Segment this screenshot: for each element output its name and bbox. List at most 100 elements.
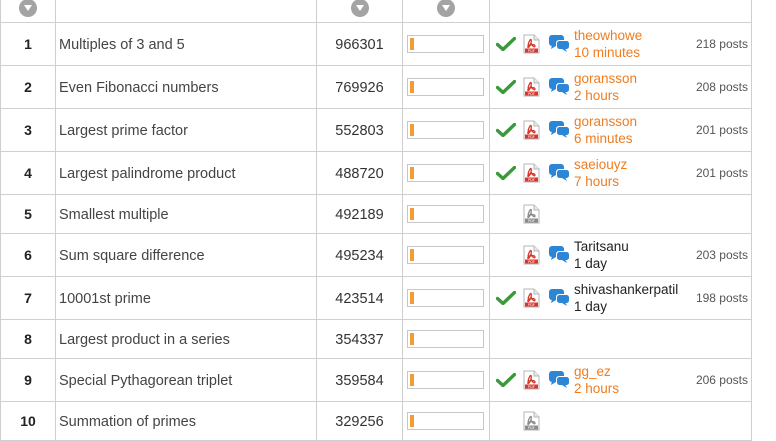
difficulty-fill bbox=[409, 292, 414, 305]
pdf-icon[interactable]: PDF bbox=[523, 34, 540, 54]
extra-cell bbox=[489, 319, 752, 359]
svg-text:PDF: PDF bbox=[528, 219, 535, 223]
last-post-time: 7 hours bbox=[574, 174, 620, 189]
solved-count-cell: 354337 bbox=[316, 319, 403, 359]
sort-id-chevron-down-icon[interactable] bbox=[19, 0, 37, 18]
svg-text:PDF: PDF bbox=[528, 260, 535, 264]
last-post-info: saeiouyz 7 hours bbox=[574, 156, 627, 190]
extra-cell: PDF bbox=[489, 194, 752, 234]
pdf-icon[interactable]: PDF bbox=[523, 245, 540, 265]
problem-id-cell: 8 bbox=[0, 319, 56, 359]
pdf-icon[interactable]: PDF bbox=[523, 370, 540, 390]
solved-count: 488720 bbox=[335, 165, 384, 182]
extra-wrap bbox=[490, 320, 751, 358]
forum-chat-icon[interactable] bbox=[548, 288, 570, 308]
last-post-info: goransson 2 hours bbox=[574, 70, 637, 104]
difficulty-cell bbox=[402, 358, 490, 402]
problem-title-link[interactable]: Largest prime factor bbox=[56, 123, 188, 139]
forum-chat-icon[interactable] bbox=[548, 34, 570, 54]
pdf-icon[interactable]: PDF bbox=[523, 163, 540, 183]
difficulty-bar bbox=[406, 246, 484, 265]
last-post-user-link[interactable]: saeiouyz bbox=[574, 156, 627, 173]
problem-title-cell: 10001st prime bbox=[55, 276, 317, 320]
svg-text:PDF: PDF bbox=[528, 178, 535, 182]
forum-chat-icon[interactable] bbox=[548, 120, 570, 140]
table-row: 4 Largest palindrome product 488720 PDF bbox=[0, 151, 752, 195]
difficulty-cell bbox=[402, 276, 490, 320]
extra-cell: PDF theowhowe 10 minutes 218 posts bbox=[489, 22, 752, 66]
header-extra-cell bbox=[489, 0, 752, 23]
forum-chat-icon[interactable] bbox=[548, 370, 570, 390]
problem-id: 9 bbox=[24, 372, 32, 388]
difficulty-fill bbox=[409, 208, 414, 221]
solved-count-cell: 329256 bbox=[316, 401, 403, 441]
last-post-user-link[interactable]: goransson bbox=[574, 70, 637, 87]
difficulty-fill bbox=[409, 415, 414, 428]
sort-difficulty-chevron-down-icon[interactable] bbox=[437, 0, 455, 18]
difficulty-cell bbox=[402, 319, 490, 359]
problem-title-cell: Largest palindrome product bbox=[55, 151, 317, 195]
extra-wrap: PDF theowhowe 10 minutes 218 posts bbox=[490, 23, 751, 65]
difficulty-bar bbox=[406, 205, 484, 224]
sort-solved-chevron-down-icon[interactable] bbox=[350, 0, 369, 18]
last-post-info: gg_ez 2 hours bbox=[574, 363, 619, 397]
difficulty-cell bbox=[402, 65, 490, 109]
last-post-time: 6 minutes bbox=[574, 131, 633, 146]
solved-count: 359584 bbox=[335, 372, 384, 389]
problem-id-cell: 1 bbox=[0, 22, 56, 66]
problem-title-link[interactable]: Largest product in a series bbox=[56, 332, 230, 348]
solved-count-cell: 359584 bbox=[316, 358, 403, 402]
last-post-user-link[interactable]: shivashankerpatil bbox=[574, 281, 678, 298]
pdf-icon[interactable]: PDF bbox=[523, 411, 540, 431]
header-title-cell bbox=[55, 0, 317, 23]
extra-wrap: PDF goransson 6 minutes 201 posts bbox=[490, 109, 751, 151]
problem-title-link[interactable]: Even Fibonacci numbers bbox=[56, 80, 219, 96]
solved-count-cell: 492189 bbox=[316, 194, 403, 234]
difficulty-fill bbox=[409, 81, 414, 94]
difficulty-cell bbox=[402, 194, 490, 234]
problem-title-link[interactable]: Summation of primes bbox=[56, 414, 196, 430]
post-count: 198 posts bbox=[695, 291, 748, 305]
problem-title-link[interactable]: Special Pythagorean triplet bbox=[56, 373, 232, 389]
header-difficulty-cell[interactable] bbox=[402, 0, 490, 23]
pdf-icon[interactable]: PDF bbox=[523, 288, 540, 308]
solved-count-cell: 552803 bbox=[316, 108, 403, 152]
solved-check-icon bbox=[496, 373, 516, 387]
problem-title-link[interactable]: Largest palindrome product bbox=[56, 166, 236, 182]
problem-id: 8 bbox=[24, 331, 32, 347]
extra-cell: PDF Taritsanu 1 day 203 posts bbox=[489, 233, 752, 277]
header-id-cell[interactable] bbox=[0, 0, 56, 23]
last-post-user-link[interactable]: theowhowe bbox=[574, 27, 642, 44]
extra-cell: PDF goransson 6 minutes 201 posts bbox=[489, 108, 752, 152]
last-post-time: 1 day bbox=[574, 256, 608, 271]
problem-title-link[interactable]: 10001st prime bbox=[56, 291, 151, 307]
post-count: 201 posts bbox=[695, 166, 748, 180]
last-post-user-link[interactable]: gg_ez bbox=[574, 363, 619, 380]
header-solved-cell[interactable] bbox=[316, 0, 403, 23]
problem-id-cell: 6 bbox=[0, 233, 56, 277]
svg-text:PDF: PDF bbox=[528, 92, 535, 96]
extra-wrap: PDF gg_ez 2 hours 206 posts bbox=[490, 359, 751, 401]
problem-title-link[interactable]: Sum square difference bbox=[56, 248, 205, 264]
last-post-user-link[interactable]: Taritsanu bbox=[574, 238, 629, 255]
difficulty-bar bbox=[406, 164, 484, 183]
pdf-icon[interactable]: PDF bbox=[523, 77, 540, 97]
last-post-user-link[interactable]: goransson bbox=[574, 113, 637, 130]
problems-table: 1 Multiples of 3 and 5 966301 PDF theowh… bbox=[0, 0, 752, 441]
forum-chat-icon[interactable] bbox=[548, 163, 570, 183]
problem-id-cell: 5 bbox=[0, 194, 56, 234]
problem-title-link[interactable]: Smallest multiple bbox=[56, 207, 169, 223]
problem-id: 3 bbox=[24, 122, 32, 138]
difficulty-fill bbox=[409, 333, 414, 346]
solved-count: 769926 bbox=[335, 79, 384, 96]
pdf-icon[interactable]: PDF bbox=[523, 120, 540, 140]
problem-title-cell: Special Pythagorean triplet bbox=[55, 358, 317, 402]
difficulty-cell bbox=[402, 233, 490, 277]
pdf-icon[interactable]: PDF bbox=[523, 204, 540, 224]
problem-title-link[interactable]: Multiples of 3 and 5 bbox=[56, 37, 185, 53]
forum-chat-icon[interactable] bbox=[548, 245, 570, 265]
difficulty-cell bbox=[402, 151, 490, 195]
forum-chat-icon[interactable] bbox=[548, 77, 570, 97]
solved-count: 966301 bbox=[335, 36, 384, 53]
difficulty-fill bbox=[409, 249, 414, 262]
